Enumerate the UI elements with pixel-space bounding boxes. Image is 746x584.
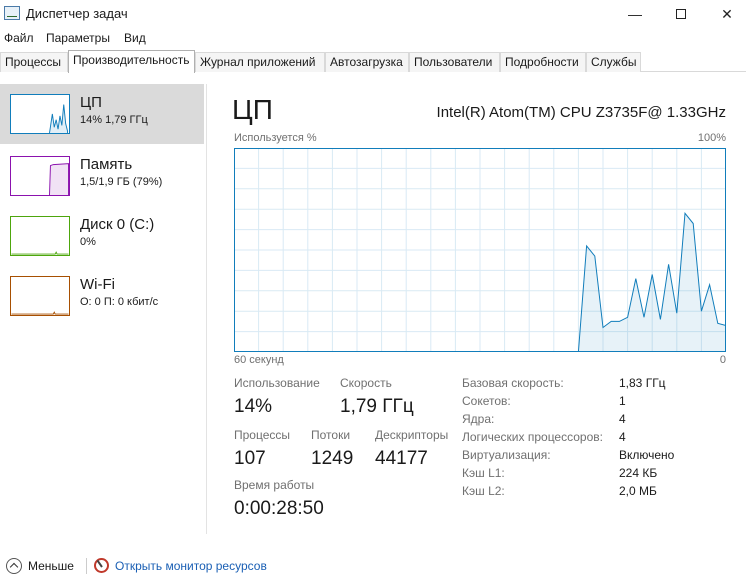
tab-bar: Процессы Производительность Журнал прило…: [0, 50, 746, 73]
uptime-label: Время работы: [234, 478, 315, 492]
chart-x-end-label: 0: [719, 354, 726, 366]
info-value: 4: [619, 412, 626, 426]
cpu-usage-chart: [234, 148, 726, 352]
sidebar-disk-name: Диск 0 (C:): [80, 216, 155, 233]
tab-startup[interactable]: Автозагрузка: [325, 52, 409, 72]
info-key: Кэш L1:: [462, 466, 505, 480]
speed-label: Скорость: [340, 376, 392, 390]
footer-separator: [86, 558, 87, 574]
sidebar-wifi-name: Wi-Fi: [80, 276, 115, 293]
sidebar-memory-detail: 1,5/1,9 ГБ (79%): [80, 176, 163, 188]
threads-label: Потоки: [311, 428, 351, 442]
info-key: Сокетов:: [462, 394, 511, 408]
threads-value: 1249: [311, 448, 354, 469]
menu-options[interactable]: Параметры: [46, 31, 110, 45]
menu-bar: Файл Параметры Вид: [0, 28, 746, 48]
tab-details[interactable]: Подробности: [500, 52, 586, 72]
cpu-thumbnail-graph: [10, 94, 70, 134]
fewer-details-button[interactable]: Меньше: [6, 558, 74, 574]
menu-view[interactable]: Вид: [124, 31, 146, 45]
sidebar-wifi-detail: О: 0 П: 0 кбит/с: [80, 296, 159, 308]
cpu-model: Intel(R) Atom(TM) CPU Z3735F@ 1.33GHz: [436, 104, 726, 121]
info-value: 1,83 ГГц: [619, 376, 666, 390]
tab-performance[interactable]: Производительность: [68, 50, 195, 73]
close-button[interactable]: ✕: [704, 0, 746, 28]
menu-file[interactable]: Файл: [4, 31, 34, 45]
resource-monitor-icon: [94, 558, 109, 573]
maximize-icon: [676, 9, 686, 19]
tab-users[interactable]: Пользователи: [409, 52, 500, 72]
resource-sidebar: ЦП 14% 1,79 ГГц Память 1,5/1,9 ГБ (79%) …: [0, 84, 204, 524]
panel-divider: [206, 84, 207, 534]
info-key: Кэш L2:: [462, 484, 505, 498]
cpu-detail-panel: ЦП Intel(R) Atom(TM) CPU Z3735F@ 1.33GHz…: [218, 84, 738, 534]
handles-value: 44177: [375, 448, 428, 469]
processes-label: Процессы: [234, 428, 291, 442]
window-title: Диспетчер задач: [26, 6, 128, 21]
disk-thumbnail-graph: [10, 216, 70, 256]
sidebar-memory-name: Память: [80, 156, 133, 173]
tab-processes[interactable]: Процессы: [0, 52, 68, 72]
info-key: Логических процессоров:: [462, 430, 603, 444]
usage-value: 14%: [234, 396, 273, 417]
chart-x-label: 60 секунд: [234, 354, 284, 366]
chart-y-label: Используется %: [234, 132, 317, 144]
processes-value: 107: [234, 448, 266, 469]
chart-max-label: 100%: [697, 132, 726, 144]
tab-services[interactable]: Службы: [586, 52, 641, 72]
maximize-button[interactable]: [658, 0, 704, 28]
info-value: 224 КБ: [619, 466, 658, 480]
footer-bar: Меньше Открыть монитор ресурсов: [0, 552, 746, 580]
open-resource-monitor-link[interactable]: Открыть монитор ресурсов: [94, 558, 267, 573]
info-value: 2,0 МБ: [619, 484, 657, 498]
fewer-details-label: Меньше: [28, 559, 74, 573]
page-title: ЦП: [232, 94, 273, 125]
tab-app-history[interactable]: Журнал приложений: [195, 52, 325, 72]
sidebar-item-cpu[interactable]: ЦП 14% 1,79 ГГц: [0, 84, 204, 144]
sidebar-item-disk[interactable]: Диск 0 (C:) 0%: [0, 206, 204, 266]
sidebar-cpu-detail: 14% 1,79 ГГц: [80, 114, 148, 126]
chevron-up-icon: [6, 558, 22, 574]
info-key: Виртуализация:: [462, 448, 551, 462]
info-key: Ядра:: [462, 412, 495, 426]
info-value: 1: [619, 394, 626, 408]
task-manager-icon: [4, 6, 20, 20]
open-resource-monitor-label: Открыть монитор ресурсов: [115, 558, 267, 573]
handles-label: Дескрипторы: [375, 428, 449, 442]
memory-thumbnail-graph: [10, 156, 70, 196]
title-bar: Диспетчер задач — ✕: [0, 0, 746, 28]
usage-label: Использование: [234, 376, 320, 390]
info-value: 4: [619, 430, 626, 444]
minimize-button[interactable]: —: [612, 0, 658, 28]
uptime-value: 0:00:28:50: [234, 498, 324, 519]
sidebar-item-memory[interactable]: Память 1,5/1,9 ГБ (79%): [0, 146, 204, 206]
info-key: Базовая скорость:: [462, 376, 564, 390]
sidebar-disk-detail: 0%: [80, 236, 96, 248]
sidebar-item-wifi[interactable]: Wi-Fi О: 0 П: 0 кбит/с: [0, 266, 204, 326]
speed-value: 1,79 ГГц: [340, 396, 414, 417]
wifi-thumbnail-graph: [10, 276, 70, 316]
sidebar-cpu-name: ЦП: [80, 94, 102, 111]
info-value: Включено: [619, 448, 675, 462]
